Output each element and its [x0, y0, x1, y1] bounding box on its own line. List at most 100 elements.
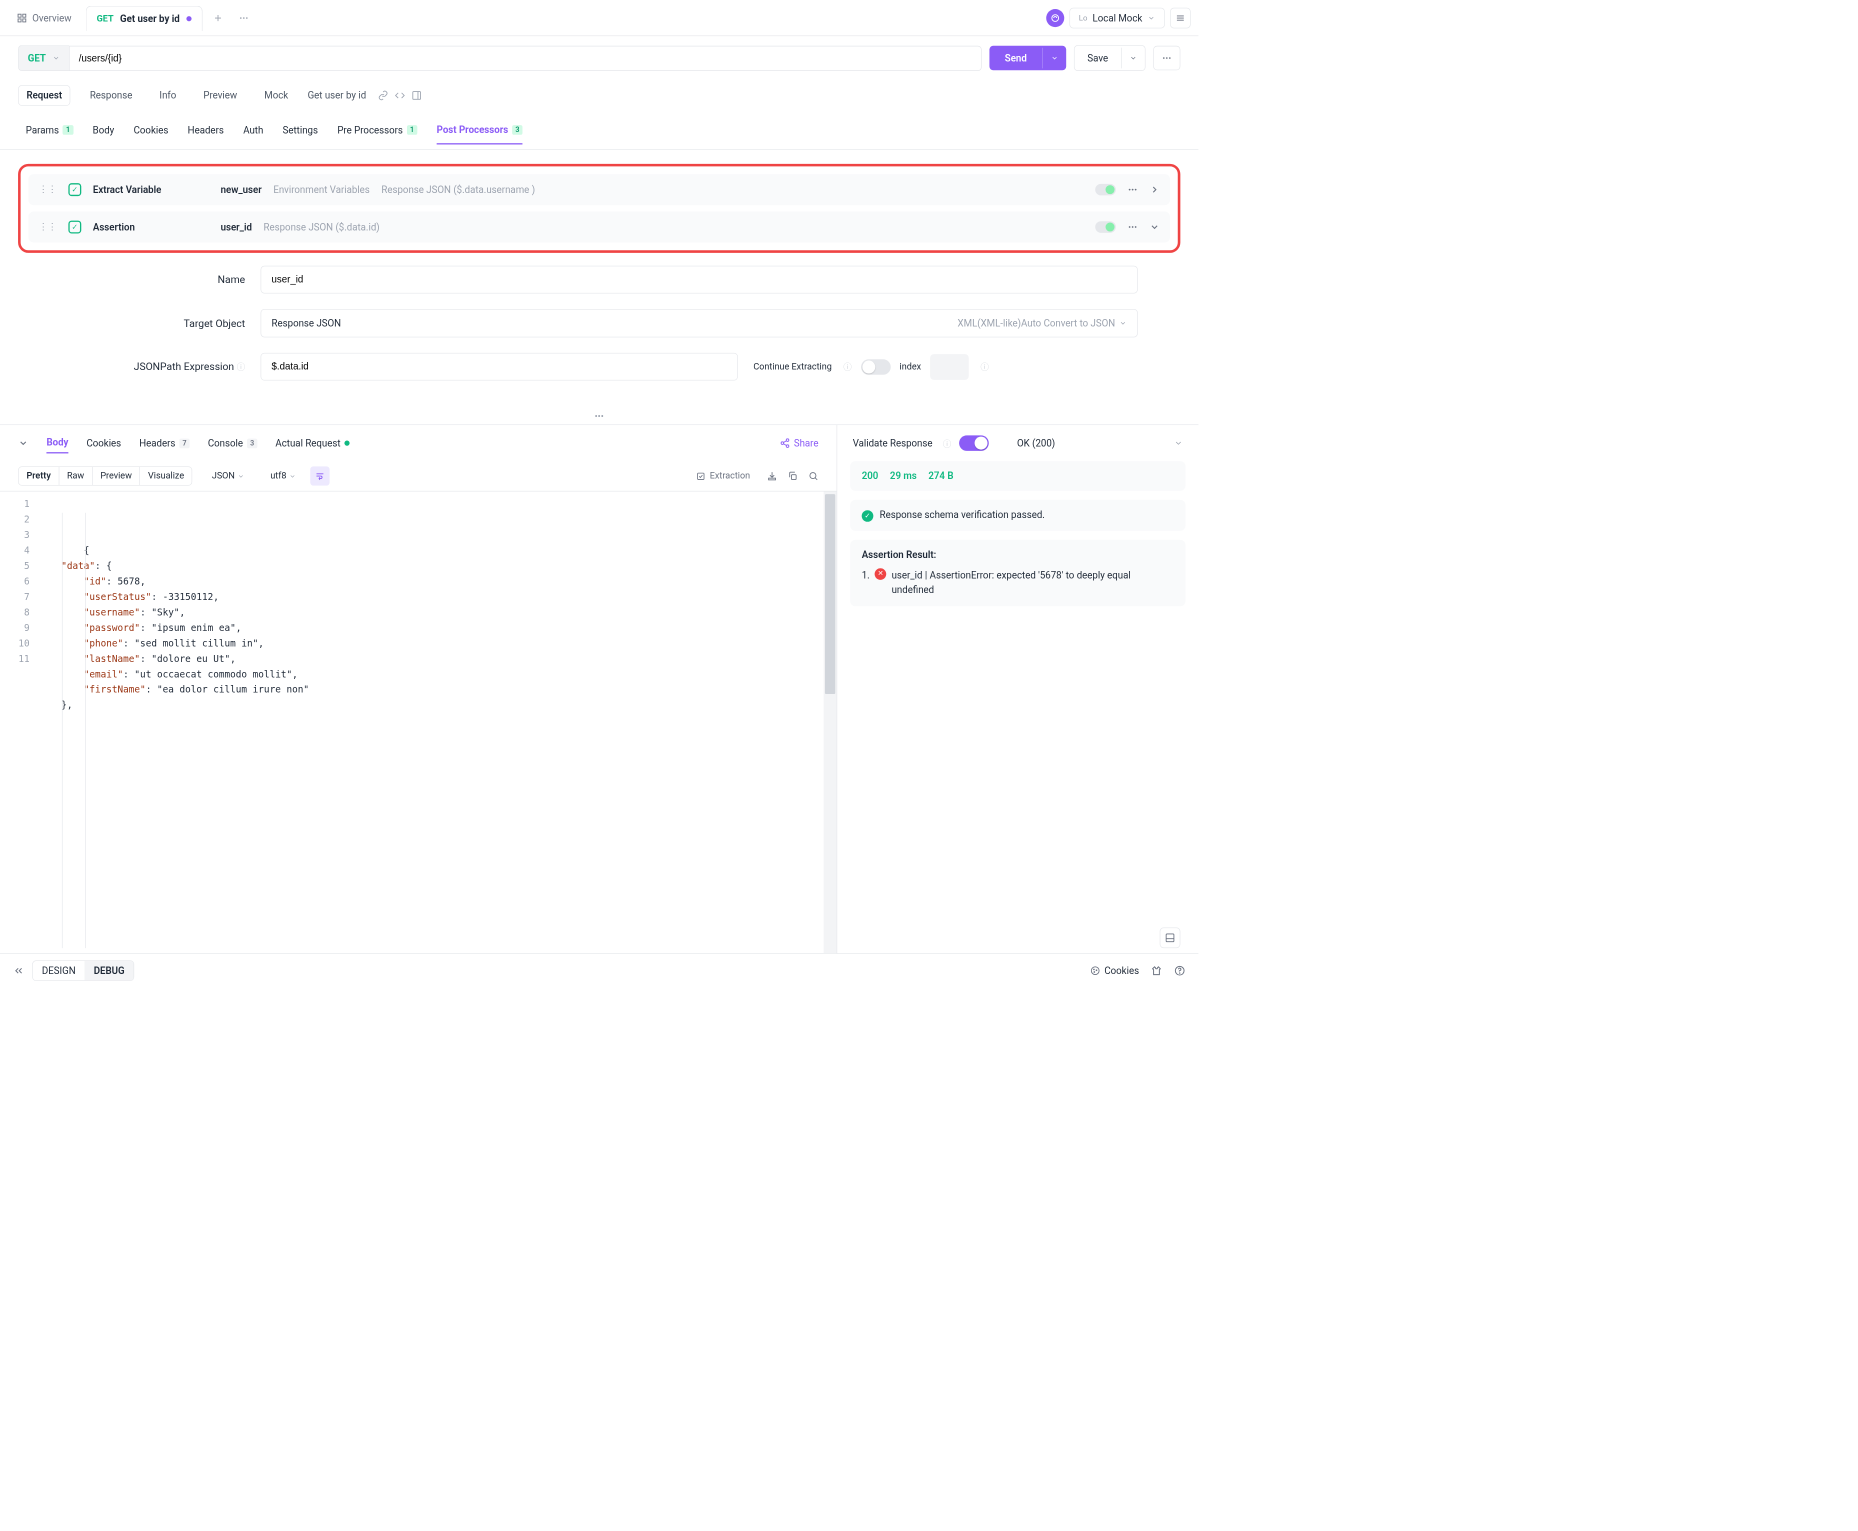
mode-design[interactable]: DESIGN [33, 961, 85, 980]
maintab-auth[interactable]: Auth [243, 116, 263, 144]
resptab-cookies[interactable]: Cookies [86, 433, 121, 452]
processor-type: Extract Variable [93, 184, 209, 196]
success-icon: ✓ [862, 510, 874, 522]
maintab-body[interactable]: Body [93, 116, 115, 144]
processor-row-extract[interactable]: ⋮⋮ ✓ Extract Variable new_user Environme… [28, 174, 1170, 205]
send-button-group: Send [989, 46, 1066, 71]
mode-debug[interactable]: DEBUG [85, 961, 134, 980]
index-input[interactable] [930, 354, 969, 380]
content-type-selector[interactable]: JSON [205, 467, 251, 485]
tab-method: GET [97, 14, 114, 24]
save-button-group: Save [1074, 45, 1146, 71]
fmt-pretty[interactable]: Pretty [19, 467, 60, 485]
assertion-number: 1. [862, 568, 870, 597]
code-icon[interactable] [395, 90, 405, 100]
encoding-selector[interactable]: utf8 [264, 467, 303, 485]
tab-options-button[interactable] [233, 7, 254, 28]
layout-toggle-icon[interactable] [1160, 928, 1181, 949]
processors-highlight-box: ⋮⋮ ✓ Extract Variable new_user Environme… [18, 164, 1180, 253]
wrap-toggle-icon[interactable] [310, 466, 329, 485]
subtab-preview[interactable]: Preview [196, 86, 245, 105]
panel-icon[interactable] [411, 90, 421, 100]
http-method-label: GET [28, 52, 46, 64]
chevron-down-icon[interactable] [1149, 222, 1159, 232]
resptab-headers[interactable]: Headers7 [139, 433, 190, 452]
help-icon[interactable]: ⓘ [980, 361, 988, 373]
settings-menu-button[interactable] [1170, 7, 1191, 28]
jsonpath-input[interactable] [261, 353, 738, 381]
processor-more-icon[interactable] [1127, 222, 1137, 232]
search-icon[interactable] [808, 471, 818, 481]
download-icon[interactable] [767, 471, 777, 481]
save-dropdown[interactable] [1121, 48, 1145, 69]
status-code: 200 [862, 470, 879, 482]
shirt-icon[interactable] [1151, 965, 1163, 977]
maintab-settings[interactable]: Settings [283, 116, 318, 144]
status-dot-icon [344, 441, 349, 446]
new-tab-button[interactable] [207, 7, 228, 28]
environment-selector[interactable]: Lo Local Mock [1069, 7, 1165, 28]
target-select[interactable]: Response JSON XML(XML-like)Auto Convert … [261, 309, 1138, 337]
drag-handle-icon[interactable]: ⋮⋮ [39, 184, 57, 194]
help-icon[interactable]: ⓘ [943, 437, 951, 449]
chevron-down-icon[interactable] [1174, 439, 1183, 448]
help-footer-icon[interactable] [1174, 965, 1186, 977]
processor-toggle[interactable] [1095, 221, 1116, 233]
maintab-params[interactable]: Params1 [26, 116, 74, 144]
fmt-visualize[interactable]: Visualize [140, 467, 192, 485]
maintab-headers[interactable]: Headers [188, 116, 224, 144]
processor-row-assertion[interactable]: ⋮⋮ ✓ Assertion user_id Response JSON ($.… [28, 212, 1170, 243]
extraction-button[interactable]: Extraction [690, 468, 757, 483]
copy-icon[interactable] [788, 471, 798, 481]
collapse-sidebar-icon[interactable] [13, 965, 25, 977]
footer-cookies[interactable]: Cookies [1090, 965, 1139, 977]
send-button[interactable]: Send [989, 46, 1042, 71]
processor-var-name: user_id [221, 221, 252, 233]
resptab-actual-request[interactable]: Actual Request [275, 433, 349, 452]
subtab-info[interactable]: Info [152, 86, 184, 105]
endpoint-title: Get user by id [308, 90, 367, 102]
subtab-mock[interactable]: Mock [257, 86, 296, 105]
processor-scope: Environment Variables [273, 184, 369, 196]
send-dropdown[interactable] [1042, 48, 1066, 69]
save-button[interactable]: Save [1075, 46, 1122, 71]
chevron-right-icon[interactable] [1149, 184, 1159, 194]
processor-expr: Response JSON ($.data.id) [264, 221, 380, 233]
agent-status-icon[interactable] [1046, 9, 1064, 27]
response-body-editor[interactable]: 1234567891011 { "data": { "id": 5678, "u… [0, 491, 837, 953]
continue-toggle[interactable] [861, 359, 891, 374]
format-segmented: Pretty Raw Preview Visualize [18, 466, 192, 485]
link-icon[interactable] [378, 90, 388, 100]
processor-toggle[interactable] [1095, 184, 1116, 196]
processor-more-icon[interactable] [1127, 184, 1137, 194]
jsonpath-label: JSONPath Expression [134, 361, 234, 373]
collapse-response-icon[interactable] [18, 438, 28, 448]
resptab-console[interactable]: Console3 [208, 433, 258, 452]
processor-type: Assertion [93, 221, 209, 233]
maintab-pre-processors[interactable]: Pre Processors1 [337, 116, 417, 144]
http-method-selector[interactable]: GET [18, 45, 69, 71]
fmt-preview[interactable]: Preview [93, 467, 141, 485]
scrollbar[interactable] [824, 491, 837, 953]
subtab-request[interactable]: Request [18, 85, 70, 106]
tab-overview[interactable]: Overview [8, 7, 81, 29]
tab-request-active[interactable]: GET Get user by id [86, 6, 203, 31]
assertion-title: Assertion Result: [862, 549, 1174, 561]
drag-handle-icon[interactable]: ⋮⋮ [39, 222, 57, 232]
help-icon[interactable]: ⓘ [843, 361, 851, 373]
enabled-check-icon: ✓ [68, 221, 81, 234]
request-more-button[interactable] [1153, 46, 1180, 71]
tab-overview-label: Overview [32, 12, 71, 24]
share-link[interactable]: Share [780, 437, 819, 449]
maintab-post-processors[interactable]: Post Processors3 [437, 116, 523, 144]
name-input[interactable] [261, 266, 1138, 294]
validate-toggle[interactable] [959, 435, 989, 450]
resptab-body[interactable]: Body [46, 433, 68, 454]
help-icon[interactable]: ⓘ [237, 363, 245, 373]
url-input[interactable] [69, 45, 982, 70]
resize-handle[interactable]: ••• [0, 409, 1198, 424]
line-gutter: 1234567891011 [0, 491, 39, 953]
subtab-response[interactable]: Response [82, 86, 140, 105]
fmt-raw[interactable]: Raw [59, 467, 92, 485]
maintab-cookies[interactable]: Cookies [134, 116, 169, 144]
